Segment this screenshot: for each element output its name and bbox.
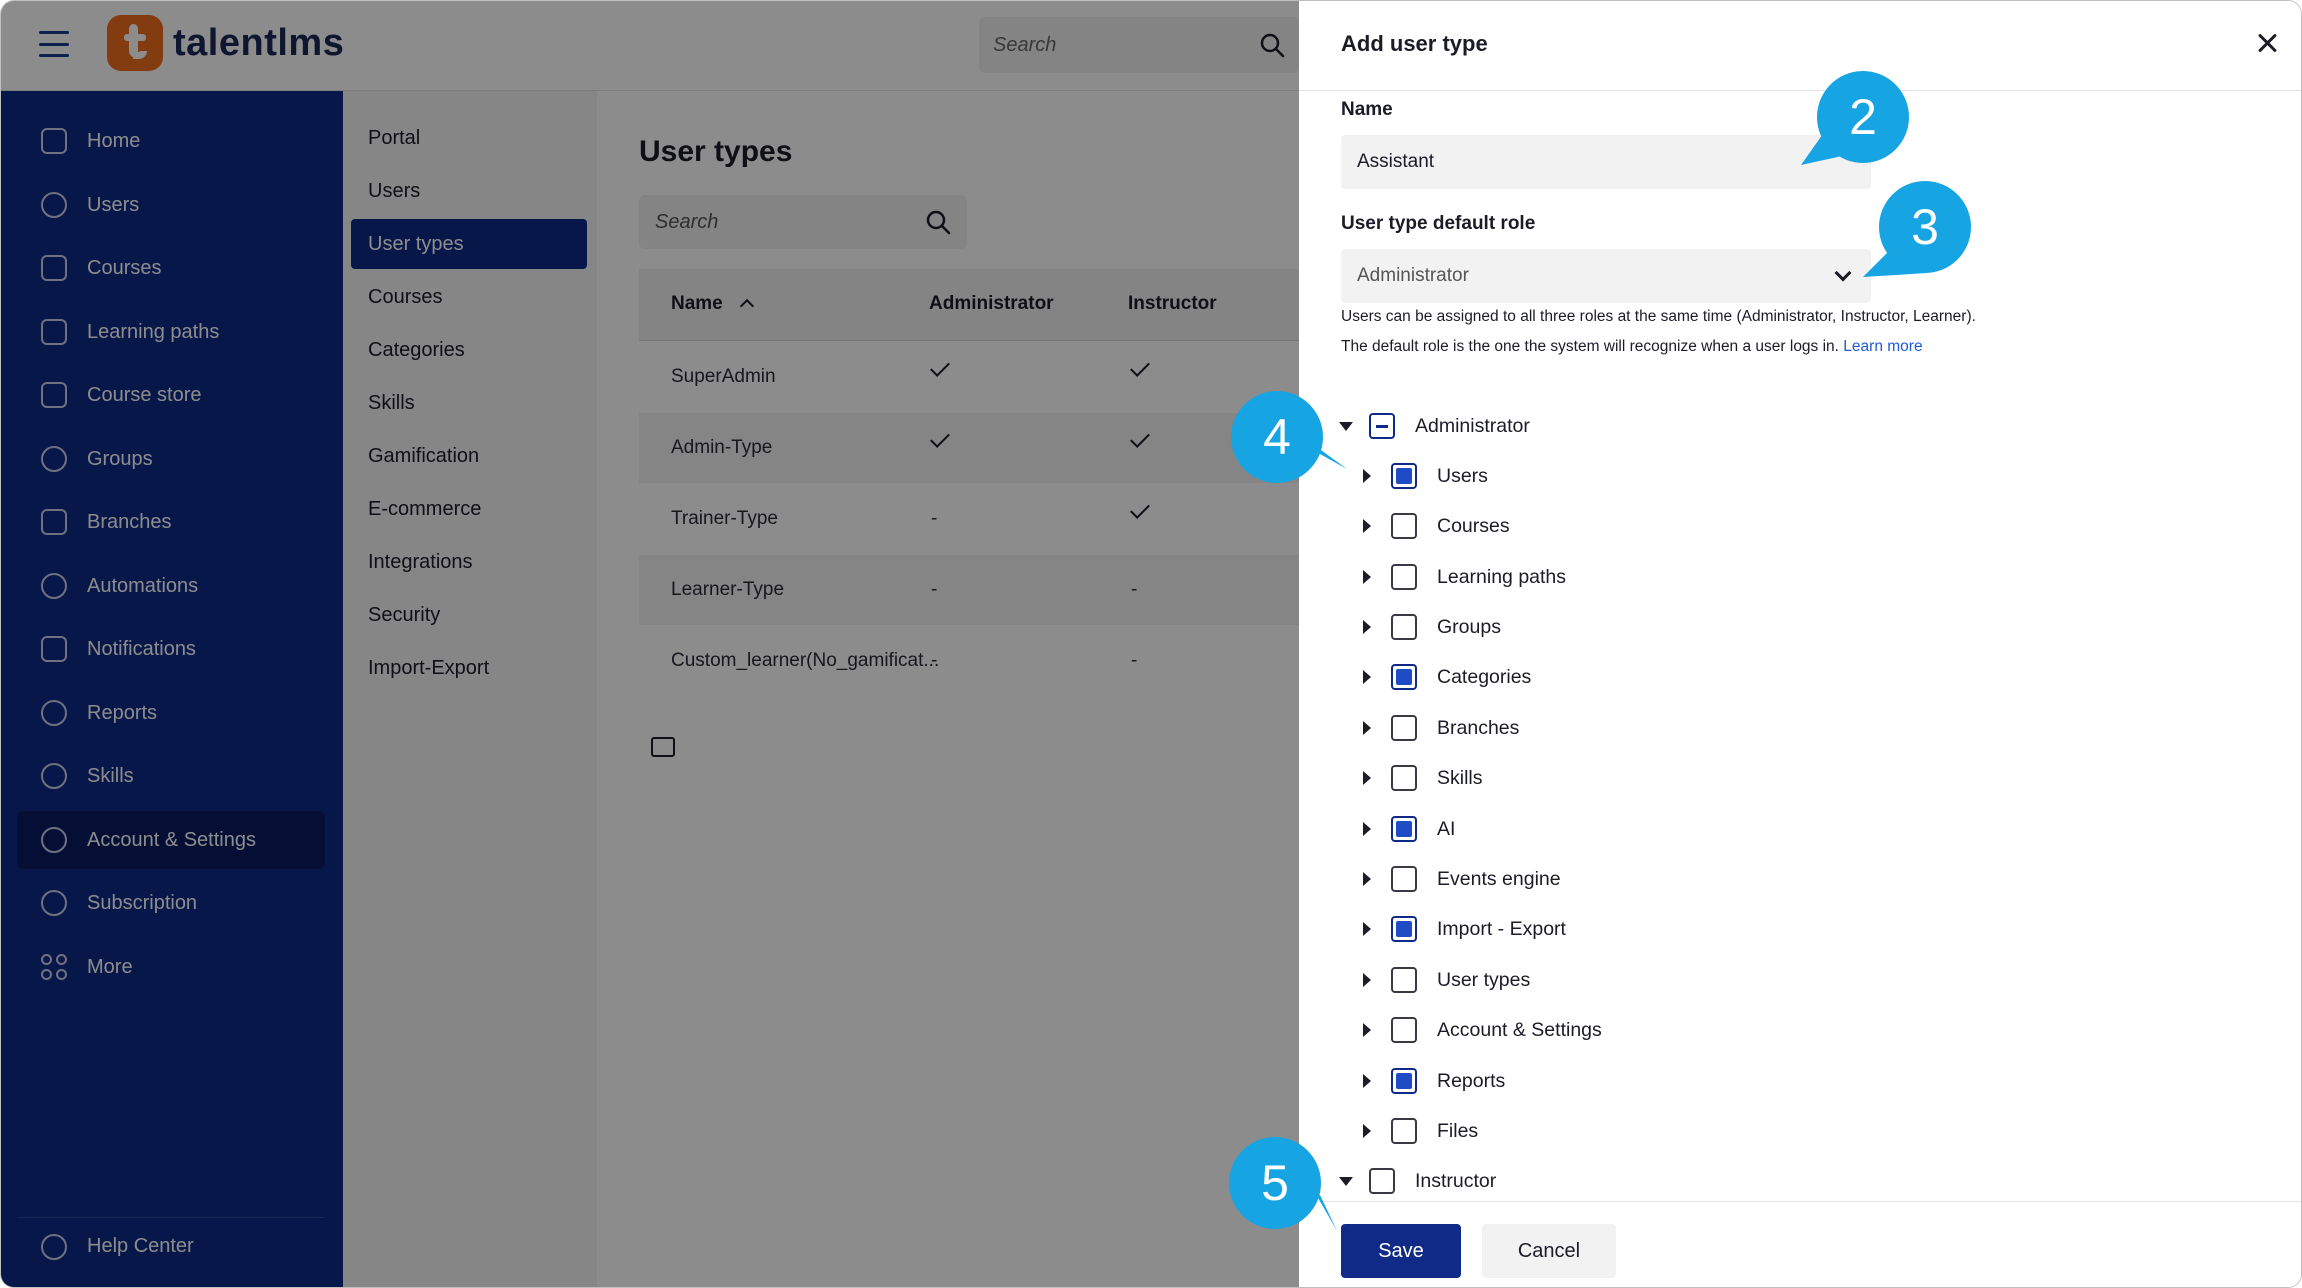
callout-3: 3: [1879, 181, 1971, 273]
callout-5: 5: [1229, 1137, 1321, 1229]
callout-2: 2: [1817, 71, 1909, 163]
app-window: talentlms Search Home Users Courses Lear…: [0, 0, 2302, 1288]
callout-4: 4: [1231, 391, 1323, 483]
